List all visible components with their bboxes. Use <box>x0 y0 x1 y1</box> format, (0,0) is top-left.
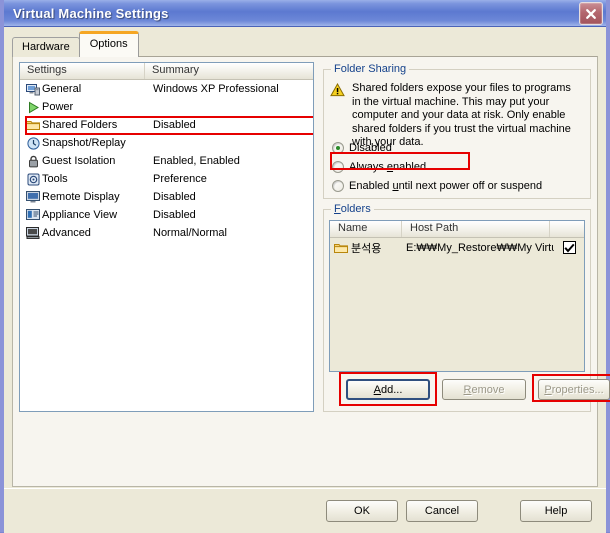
settings-row-summary: Disabled <box>153 119 196 131</box>
settings-row-shared-folders[interactable]: Shared Folders Disabled <box>20 116 313 134</box>
computer-icon <box>24 81 42 97</box>
folders-group: Folders Name Host Path 분석용 E:₩₩My_Restor… <box>323 203 610 412</box>
settings-row-general[interactable]: General Windows XP Professional <box>20 80 313 98</box>
radio-always-enabled-indicator <box>332 161 344 173</box>
ok-button[interactable]: OK <box>326 500 398 522</box>
folders-listview[interactable]: Name Host Path 분석용 E:₩₩My_Restore₩₩My Vi… <box>329 220 585 372</box>
lock-icon <box>24 153 42 169</box>
power-play-icon <box>24 99 42 115</box>
settings-listview-header: Settings Summary <box>20 63 313 80</box>
settings-row-guest-isolation[interactable]: Guest Isolation Enabled, Enabled <box>20 152 313 170</box>
settings-row-summary: Enabled, Enabled <box>153 155 240 167</box>
settings-row-tools[interactable]: Tools Preference <box>20 170 313 188</box>
remove-button: Remove <box>442 379 526 400</box>
radio-disabled[interactable]: Disabled <box>332 142 392 154</box>
settings-row-summary: Disabled <box>153 191 196 203</box>
settings-row-label: Advanced <box>42 227 91 239</box>
options-tab-panel: Settings Summary General Windows XP Prof… <box>12 56 610 487</box>
radio-always-enabled[interactable]: Always enabled <box>332 161 426 173</box>
settings-row-label: Remote Display <box>42 191 120 203</box>
close-icon[interactable] <box>579 2 603 25</box>
column-header-enabled[interactable] <box>550 221 584 237</box>
window-title: Virtual Machine Settings <box>13 5 169 21</box>
settings-row-label: Power <box>42 101 74 113</box>
settings-row-label: Guest Isolation <box>42 155 116 167</box>
settings-row-snapshot-replay[interactable]: Snapshot/Replay <box>20 134 313 152</box>
radio-enabled-until-label: Enabled until next power off or suspend <box>349 180 543 192</box>
tab-strip: Hardware Options <box>12 31 139 57</box>
settings-row-summary: Disabled <box>153 209 196 221</box>
settings-row-label: Shared Folders <box>42 119 118 131</box>
radio-enabled-until-indicator <box>332 180 344 192</box>
settings-row-appliance-view[interactable]: Appliance View Disabled <box>20 206 313 224</box>
warning-icon <box>330 82 352 150</box>
radio-always-enabled-label: Always enabled <box>349 161 427 173</box>
settings-row-summary: Preference <box>153 173 207 185</box>
clock-icon <box>24 135 42 151</box>
column-header-summary[interactable]: Summary <box>145 63 313 79</box>
settings-row-label: General <box>42 83 82 95</box>
folders-row[interactable]: 분석용 E:₩₩My_Restore₩₩My Virtu... <box>330 238 584 257</box>
title-bar: Virtual Machine Settings <box>4 0 606 27</box>
remote-display-icon <box>24 189 42 205</box>
properties-button: Properties... <box>538 379 610 400</box>
radio-disabled-indicator <box>332 142 344 154</box>
column-header-host-path[interactable]: Host Path <box>402 221 550 237</box>
settings-listview[interactable]: Settings Summary General Windows XP Prof… <box>19 62 314 412</box>
settings-row-summary: Normal/Normal <box>153 227 227 239</box>
settings-row-advanced[interactable]: Advanced Normal/Normal <box>20 224 313 242</box>
tools-icon <box>24 171 42 187</box>
settings-row-label: Appliance View <box>42 209 118 221</box>
dialog-client-area: Hardware Options Settings Summary Genera… <box>4 27 610 533</box>
folder-sharing-group: Folder Sharing Shared folders expose you… <box>323 63 591 199</box>
appliance-icon <box>24 207 42 223</box>
help-button[interactable]: Help <box>520 500 592 522</box>
folders-listview-header: Name Host Path <box>330 221 584 238</box>
column-header-settings[interactable]: Settings <box>20 63 145 79</box>
tab-options[interactable]: Options <box>78 31 139 57</box>
folder-sharing-legend: Folder Sharing <box>331 63 410 75</box>
sharing-warning-text: Shared folders expose your files to prog… <box>352 82 571 148</box>
virtual-machine-settings-window: Virtual Machine Settings Hardware Option… <box>0 0 610 533</box>
settings-row-summary: Windows XP Professional <box>153 83 279 95</box>
folder-icon <box>24 117 42 133</box>
column-header-name[interactable]: Name <box>330 221 402 237</box>
folders-row-name: 분석용 <box>351 242 382 255</box>
settings-row-remote-display[interactable]: Remote Display Disabled <box>20 188 313 206</box>
radio-enabled-until-power-off[interactable]: Enabled until next power off or suspend <box>332 180 542 192</box>
settings-row-label: Snapshot/Replay <box>42 137 126 149</box>
cancel-button[interactable]: Cancel <box>406 500 478 522</box>
folders-legend: Folders <box>331 203 374 215</box>
settings-row-power[interactable]: Power <box>20 98 313 116</box>
settings-row-label: Tools <box>42 173 68 185</box>
dialog-button-bar: OK Cancel Help <box>4 488 606 533</box>
radio-disabled-label: Disabled <box>349 142 392 154</box>
add-button[interactable]: Add... <box>346 379 430 400</box>
folders-row-host-path: E:₩₩My_Restore₩₩My Virtu... <box>406 241 554 254</box>
sharing-warning: Shared folders expose your files to prog… <box>330 82 582 150</box>
tab-hardware[interactable]: Hardware <box>12 37 80 57</box>
folder-icon <box>334 242 351 254</box>
checkbox-checked-icon <box>562 241 576 254</box>
advanced-icon <box>24 225 42 241</box>
folders-row-enabled-checkbox[interactable] <box>554 241 584 254</box>
